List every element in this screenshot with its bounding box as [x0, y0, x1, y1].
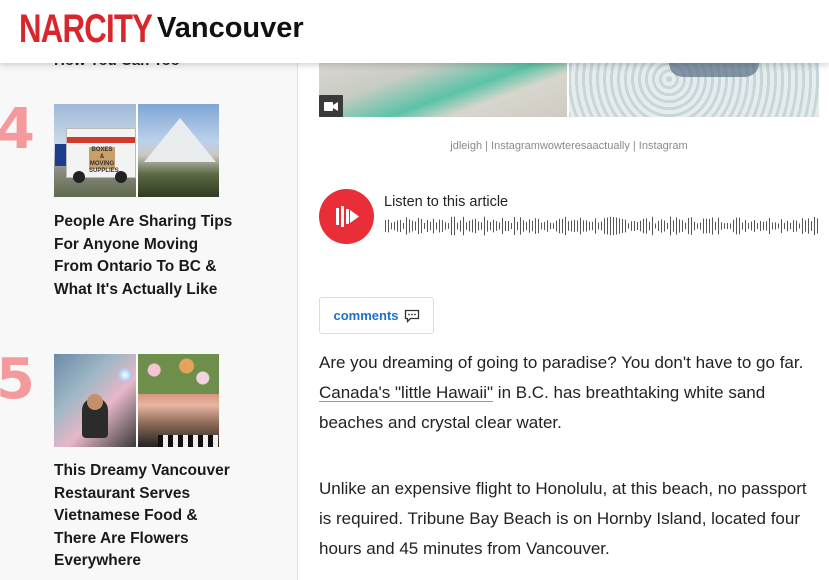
- moving-truck-image: BOXES & MOVING SUPPLIES: [54, 104, 136, 197]
- audio-play-icon: [336, 206, 359, 227]
- trending-sidebar: How You Can Too 4 BOXES & MOVING SUPPLIE…: [0, 0, 298, 580]
- comments-button[interactable]: comments: [319, 297, 434, 334]
- clear-water-image: [569, 63, 819, 117]
- site-header: NARCITY Vancouver: [0, 0, 829, 63]
- audio-waveform[interactable]: [384, 215, 818, 237]
- restaurant-person-image: [54, 354, 136, 447]
- listen-label: Listen to this article: [384, 194, 509, 210]
- story-thumbnail[interactable]: [54, 354, 219, 447]
- story-thumbnail[interactable]: BOXES & MOVING SUPPLIES: [54, 104, 219, 197]
- photo-credit: jdleigh | Instagramwowteresaactually | I…: [450, 140, 688, 152]
- mountain-image: [137, 104, 219, 197]
- city-name[interactable]: Vancouver: [157, 11, 304, 45]
- video-icon[interactable]: [319, 95, 343, 117]
- audio-play-button[interactable]: [319, 189, 374, 244]
- rank-number: 5: [0, 350, 35, 410]
- article-paragraph: Are you dreaming of going to paradise? Y…: [319, 353, 804, 432]
- article-hero-images: [319, 63, 819, 117]
- truck-sign: BOXES & MOVING SUPPLIES: [89, 147, 119, 174]
- rank-number: 4: [0, 100, 35, 160]
- article-paragraph: Unlike an expensive flight to Honolulu, …: [319, 479, 807, 558]
- story-title[interactable]: People Are Sharing Tips For Anyone Movin…: [54, 211, 234, 301]
- story-title[interactable]: This Dreamy Vancouver Restaurant Serves …: [54, 460, 234, 573]
- little-hawaii-link[interactable]: Canada's "little Hawaii": [319, 383, 493, 402]
- comments-label: comments: [333, 308, 399, 323]
- narcity-logo[interactable]: NARCITY: [19, 9, 153, 49]
- comment-bubble-icon: [404, 309, 419, 323]
- beach-aerial-image: [319, 63, 567, 117]
- restaurant-flowers-image: [137, 354, 219, 447]
